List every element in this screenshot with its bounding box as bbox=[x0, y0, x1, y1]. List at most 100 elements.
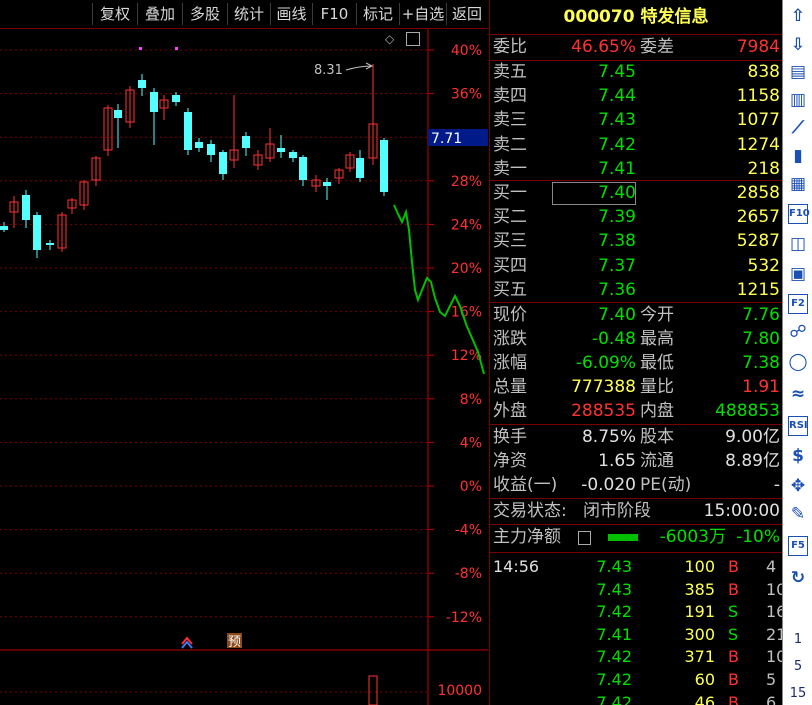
stat-row-1: 涨跌 -0.48 最高 7.80 bbox=[490, 328, 782, 351]
money-icon[interactable]: $ bbox=[788, 446, 808, 466]
weibi-value: 46.65% bbox=[571, 37, 636, 57]
window-toggle-icon[interactable] bbox=[406, 32, 420, 46]
pct-label-7: 16% bbox=[451, 305, 482, 321]
candle-body-17 bbox=[195, 142, 203, 148]
restore-window-icon[interactable]: ◇ bbox=[385, 33, 397, 45]
fin-label-2: 收益(一) bbox=[493, 475, 558, 495]
tick-count-1: 10 bbox=[766, 579, 782, 599]
candle-body-33 bbox=[380, 140, 388, 192]
stat-label2-4: 内盘 bbox=[640, 401, 674, 421]
candle-body-31 bbox=[356, 158, 364, 178]
period-number-0[interactable]: 1 bbox=[783, 632, 812, 647]
text-icon[interactable]: ◫ bbox=[788, 234, 808, 254]
f10-icon[interactable]: F10 bbox=[788, 204, 810, 224]
fin-value2-2: - bbox=[773, 475, 780, 495]
fin-label2-2: PE(动) bbox=[640, 475, 692, 495]
panel-icon[interactable]: ▦ bbox=[788, 174, 808, 194]
wave-icon[interactable]: ≈ bbox=[788, 384, 808, 404]
main-flow-row[interactable]: 主力净额 -6003万 -10% bbox=[490, 526, 782, 549]
bids-row-2[interactable]: 买三 7.38 5287 bbox=[490, 230, 782, 253]
candle-body-10 bbox=[114, 110, 122, 118]
stat-label2-3: 量比 bbox=[640, 377, 674, 397]
tick-price-4: 7.42 bbox=[596, 647, 632, 667]
asks-price-3: 7.42 bbox=[598, 134, 636, 155]
bids-row-0[interactable]: 买一 7.40 2858 bbox=[490, 182, 782, 205]
bids-label-2: 买三 bbox=[493, 231, 527, 252]
period-number-2[interactable]: 15 bbox=[783, 686, 812, 701]
pct-label-11: 0% bbox=[460, 479, 482, 495]
stat-label-0: 现价 bbox=[493, 305, 527, 325]
toolbar-button-7[interactable]: +自选 bbox=[399, 3, 446, 25]
stat-value2-3: 1.91 bbox=[742, 377, 780, 397]
signal-dot-0 bbox=[139, 47, 142, 50]
toolbar-button-2[interactable]: 多股 bbox=[182, 3, 227, 25]
stat-value2-1: 7.80 bbox=[742, 329, 780, 349]
toolbar-button-8[interactable]: 返回 bbox=[446, 3, 487, 25]
asks-row-0[interactable]: 卖五 7.45 838 bbox=[490, 61, 782, 84]
trend-icon[interactable]: ☍ bbox=[788, 322, 808, 342]
tick-price-3: 7.41 bbox=[596, 624, 632, 644]
toolbar-button-0[interactable]: 复权 bbox=[92, 3, 137, 25]
toolbar-button-3[interactable]: 统计 bbox=[227, 3, 270, 25]
asks-row-2[interactable]: 卖三 7.43 1077 bbox=[490, 109, 782, 132]
tick-vol-6: 46 bbox=[694, 692, 715, 705]
toolbar-button-6[interactable]: 标记 bbox=[356, 3, 399, 25]
bids-vol-2: 5287 bbox=[736, 231, 780, 252]
tick-count-6: 6 bbox=[766, 692, 777, 705]
bids-row-1[interactable]: 买二 7.39 2657 bbox=[490, 206, 782, 229]
stat-row-3: 总量 777388 量比 1.91 bbox=[490, 376, 782, 399]
fin-value-2: -0.020 bbox=[581, 475, 636, 495]
quote-panel: 000070 特发信息 委比 46.65% 委差 7984 卖五 7.45 838 卖… bbox=[489, 0, 782, 705]
tick-price-1: 7.43 bbox=[596, 579, 632, 599]
trade-status-label: 交易状态: bbox=[493, 501, 567, 521]
candle-body-12 bbox=[138, 80, 146, 88]
tick-count-0: 4 bbox=[766, 557, 777, 576]
f5-icon[interactable]: F5 bbox=[788, 536, 808, 556]
pencil-icon[interactable]: ✎ bbox=[788, 504, 808, 524]
toolbar-button-5[interactable]: F10 bbox=[312, 3, 356, 25]
main-flow-detail-icon[interactable] bbox=[578, 531, 591, 545]
tick-side-2: S bbox=[728, 602, 739, 622]
stat-value-2: -6.09% bbox=[575, 353, 636, 373]
circle-icon[interactable]: ◯ bbox=[788, 352, 808, 372]
bids-price-2: 7.38 bbox=[598, 231, 636, 252]
high-annotation: 8.31 bbox=[314, 63, 343, 78]
kline-chart[interactable]: 44%40%36%32%28%24%20%16%12%8%4%0%-4%-8%-… bbox=[0, 0, 488, 705]
bids-price-4: 7.36 bbox=[598, 279, 636, 300]
stat-label-4: 外盘 bbox=[493, 401, 527, 421]
stock-name: 特发信息 bbox=[640, 7, 709, 27]
asks-row-3[interactable]: 卖二 7.42 1274 bbox=[490, 134, 782, 157]
toolbar-button-1[interactable]: 叠加 bbox=[137, 3, 182, 25]
bids-row-3[interactable]: 买四 7.37 532 bbox=[490, 255, 782, 278]
candle-body-19 bbox=[219, 152, 227, 174]
stat-value-4: 288535 bbox=[571, 401, 636, 421]
tick-count-3: 21 bbox=[766, 624, 782, 644]
tick-side-1: B bbox=[728, 579, 739, 599]
stat-value2-4: 488853 bbox=[715, 401, 780, 421]
calendar-icon[interactable]: ▣ bbox=[788, 264, 808, 284]
candle-body-18 bbox=[207, 144, 215, 155]
down-arrow-icon[interactable]: ⇩ bbox=[788, 35, 808, 55]
rsi-icon[interactable]: RSI bbox=[788, 416, 808, 436]
line-chart-icon[interactable]: ⟋ bbox=[788, 118, 808, 138]
candle-body-4 bbox=[46, 243, 54, 245]
refresh-icon[interactable]: ↻ bbox=[788, 568, 808, 588]
asks-price-1: 7.44 bbox=[598, 86, 636, 107]
report-icon[interactable]: ▤ bbox=[788, 62, 808, 82]
asks-row-1[interactable]: 卖四 7.44 1158 bbox=[490, 85, 782, 108]
period-number-1[interactable]: 5 bbox=[783, 659, 812, 674]
list-icon[interactable]: ▥ bbox=[788, 90, 808, 110]
f2-icon[interactable]: F2 bbox=[788, 294, 808, 314]
forecast-marker-label: 预 bbox=[228, 635, 241, 650]
up-arrow-icon[interactable]: ⇧ bbox=[788, 6, 808, 26]
toolbar-button-4[interactable]: 画线 bbox=[270, 3, 312, 25]
kline-canvas[interactable]: 44%40%36%32%28%24%20%16%12%8%4%0%-4%-8%-… bbox=[0, 0, 488, 705]
candle-body-15 bbox=[172, 95, 180, 102]
tick-count-4: 10 bbox=[766, 647, 782, 667]
fin-value2-0: 9.00亿 bbox=[725, 427, 780, 447]
bids-row-4[interactable]: 买五 7.36 1215 bbox=[490, 279, 782, 302]
kline-icon[interactable]: ▮ bbox=[788, 146, 808, 166]
move-icon[interactable]: ✥ bbox=[788, 476, 808, 496]
bids-vol-0: 2858 bbox=[736, 183, 780, 203]
asks-row-4[interactable]: 卖一 7.41 218 bbox=[490, 158, 782, 181]
